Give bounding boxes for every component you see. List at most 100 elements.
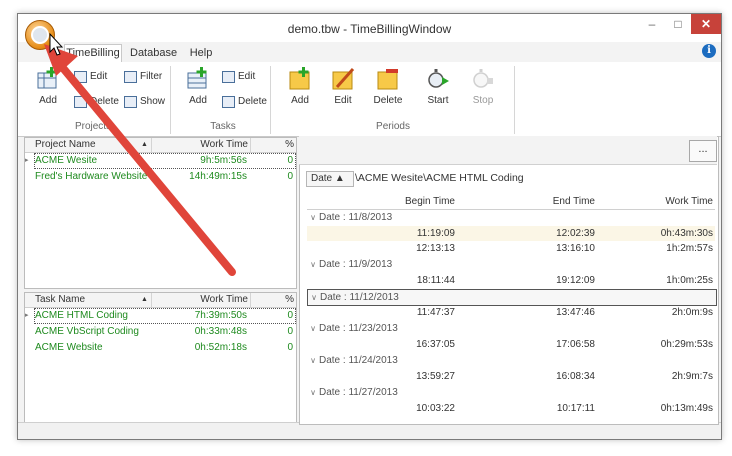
chevron-down-icon[interactable]: ∨ <box>307 353 319 368</box>
end-time-cell[interactable]: 13:16:10 <box>467 241 595 256</box>
task-percent-cell[interactable]: 0 <box>251 308 293 323</box>
tab-help[interactable]: Help <box>186 45 216 61</box>
app-menu-button[interactable] <box>25 20 55 50</box>
begin-time-cell[interactable]: 11:19:09 <box>307 226 455 241</box>
delete-period-label[interactable]: Delete <box>368 95 408 106</box>
menu-tabs: TimeBilling Database Help <box>18 42 721 63</box>
project-name-cell[interactable]: ACME Wesite <box>35 153 97 168</box>
date-group-row[interactable]: ∨ Date : 11/12/2013 <box>307 289 717 306</box>
begin-time-cell[interactable]: 13:59:27 <box>307 369 455 384</box>
end-time-cell[interactable]: 13:47:46 <box>467 305 595 320</box>
maximize-button[interactable]: □ <box>665 14 691 34</box>
chevron-down-icon[interactable]: ∨ <box>308 290 320 305</box>
period-row[interactable]: 16:37:05 17:06:58 0h:29m:53s <box>307 337 715 352</box>
task-name-cell[interactable]: ACME HTML Coding <box>35 308 128 323</box>
periods-group-label: Periods <box>376 121 410 132</box>
more-button[interactable]: ... <box>689 140 717 162</box>
add-project-label[interactable]: Add <box>34 95 62 106</box>
group-by-date-chip[interactable]: Date ▲ <box>306 171 354 187</box>
date-group-row[interactable]: ∨ Date : 11/8/2013 <box>307 210 715 225</box>
period-row[interactable]: 18:11:44 19:12:09 1h:0m:25s <box>307 273 715 288</box>
add-task-label[interactable]: Add <box>184 95 212 106</box>
end-time-cell[interactable]: 16:08:34 <box>467 369 595 384</box>
sort-asc-icon: ▲ <box>141 141 148 148</box>
show-icon <box>124 96 137 108</box>
work-time-cell[interactable]: 0h:13m:49s <box>605 401 713 416</box>
task-name-cell[interactable]: ACME VbScript Coding <box>35 324 139 339</box>
end-time-cell[interactable]: 12:02:39 <box>467 226 595 241</box>
work-time-cell[interactable]: 0h:43m:30s <box>605 226 713 241</box>
end-time-cell[interactable]: 10:17:11 <box>467 401 595 416</box>
add-task-icon[interactable] <box>186 67 210 91</box>
edit-period-icon[interactable] <box>331 67 355 91</box>
stop-icon[interactable] <box>471 67 495 91</box>
begin-time-cell[interactable]: 16:37:05 <box>307 337 455 352</box>
info-icon[interactable]: i <box>702 44 716 58</box>
edit-project-button[interactable]: Edit <box>74 70 107 84</box>
show-button[interactable]: Show <box>124 95 165 109</box>
work-time-cell[interactable]: 2h:0m:9s <box>605 305 713 320</box>
column-work-time[interactable]: Work Time <box>605 195 713 209</box>
begin-time-cell[interactable]: 11:47:37 <box>307 305 455 320</box>
column-percent[interactable]: % <box>250 293 294 307</box>
tab-timebilling[interactable]: TimeBilling <box>64 44 122 63</box>
tab-database[interactable]: Database <box>130 45 177 61</box>
task-percent-cell[interactable]: 0 <box>251 340 293 355</box>
period-row[interactable]: 12:13:13 13:16:10 1h:2m:57s <box>307 241 715 256</box>
date-group-row[interactable]: ∨ Date : 11/27/2013 <box>307 385 715 400</box>
delete-task-button[interactable]: Delete <box>222 95 267 109</box>
task-time-cell[interactable]: 7h:39m:50s <box>153 308 247 323</box>
chevron-down-icon[interactable]: ∨ <box>307 385 319 400</box>
date-group-row[interactable]: ∨ Date : 11/9/2013 <box>307 257 715 272</box>
end-time-cell[interactable]: 17:06:58 <box>467 337 595 352</box>
start-label[interactable]: Start <box>422 95 454 106</box>
task-percent-cell[interactable]: 0 <box>251 324 293 339</box>
period-row[interactable]: 13:59:27 16:08:34 2h:9m:7s <box>307 369 715 384</box>
project-time-cell[interactable]: 14h:49m:15s <box>153 169 247 184</box>
add-period-icon[interactable] <box>288 67 312 91</box>
project-percent-cell[interactable]: 0 <box>251 169 293 184</box>
minimize-button[interactable]: – <box>639 14 665 34</box>
column-end-time[interactable]: End Time <box>467 195 595 209</box>
task-time-cell[interactable]: 0h:52m:18s <box>153 340 247 355</box>
date-group-label: Date : 11/9/2013 <box>319 259 393 270</box>
project-time-cell[interactable]: 9h:5m:56s <box>153 153 247 168</box>
filter-button[interactable]: Filter <box>124 70 162 84</box>
column-begin-time[interactable]: Begin Time <box>307 195 455 209</box>
add-period-label[interactable]: Add <box>286 95 314 106</box>
work-time-cell[interactable]: 2h:9m:7s <box>605 369 713 384</box>
period-row[interactable]: 11:47:37 13:47:46 2h:0m:9s <box>307 305 715 320</box>
date-group-row[interactable]: ∨ Date : 11/23/2013 <box>307 321 715 336</box>
date-group-row[interactable]: ∨ Date : 11/24/2013 <box>307 353 715 368</box>
date-group-label: Date : 11/23/2013 <box>319 323 398 334</box>
period-row[interactable]: 11:19:09 12:02:39 0h:43m:30s <box>307 226 715 241</box>
delete-project-button[interactable]: Delete <box>74 95 119 109</box>
project-percent-cell[interactable]: 0 <box>251 153 293 168</box>
project-name-cell[interactable]: Fred's Hardware Website <box>35 169 147 184</box>
column-task-name[interactable]: Task Name <box>34 293 152 307</box>
end-time-cell[interactable]: 19:12:09 <box>467 273 595 288</box>
begin-time-cell[interactable]: 12:13:13 <box>307 241 455 256</box>
column-project-name[interactable]: Project Name <box>34 138 152 152</box>
begin-time-cell[interactable]: 10:03:22 <box>307 401 455 416</box>
edit-task-button[interactable]: Edit <box>222 70 255 84</box>
work-time-cell[interactable]: 1h:2m:57s <box>605 241 713 256</box>
close-button[interactable]: ✕ <box>691 14 721 34</box>
chevron-down-icon[interactable]: ∨ <box>307 321 319 336</box>
period-row[interactable]: 10:03:22 10:17:11 0h:13m:49s <box>307 401 715 416</box>
column-work-time[interactable]: Work Time <box>152 293 251 307</box>
column-work-time[interactable]: Work Time <box>152 138 251 152</box>
chevron-down-icon[interactable]: ∨ <box>307 210 319 225</box>
edit-period-label[interactable]: Edit <box>329 95 357 106</box>
stop-label[interactable]: Stop <box>467 95 499 106</box>
work-time-cell[interactable]: 1h:0m:25s <box>605 273 713 288</box>
task-name-cell[interactable]: ACME Website <box>35 340 103 355</box>
task-time-cell[interactable]: 0h:33m:48s <box>153 324 247 339</box>
column-percent[interactable]: % <box>250 138 294 152</box>
start-icon[interactable] <box>426 67 450 91</box>
delete-period-icon[interactable] <box>376 67 400 91</box>
begin-time-cell[interactable]: 18:11:44 <box>307 273 455 288</box>
work-time-cell[interactable]: 0h:29m:53s <box>605 337 713 352</box>
chevron-down-icon[interactable]: ∨ <box>307 257 319 272</box>
add-project-icon[interactable] <box>36 67 60 91</box>
